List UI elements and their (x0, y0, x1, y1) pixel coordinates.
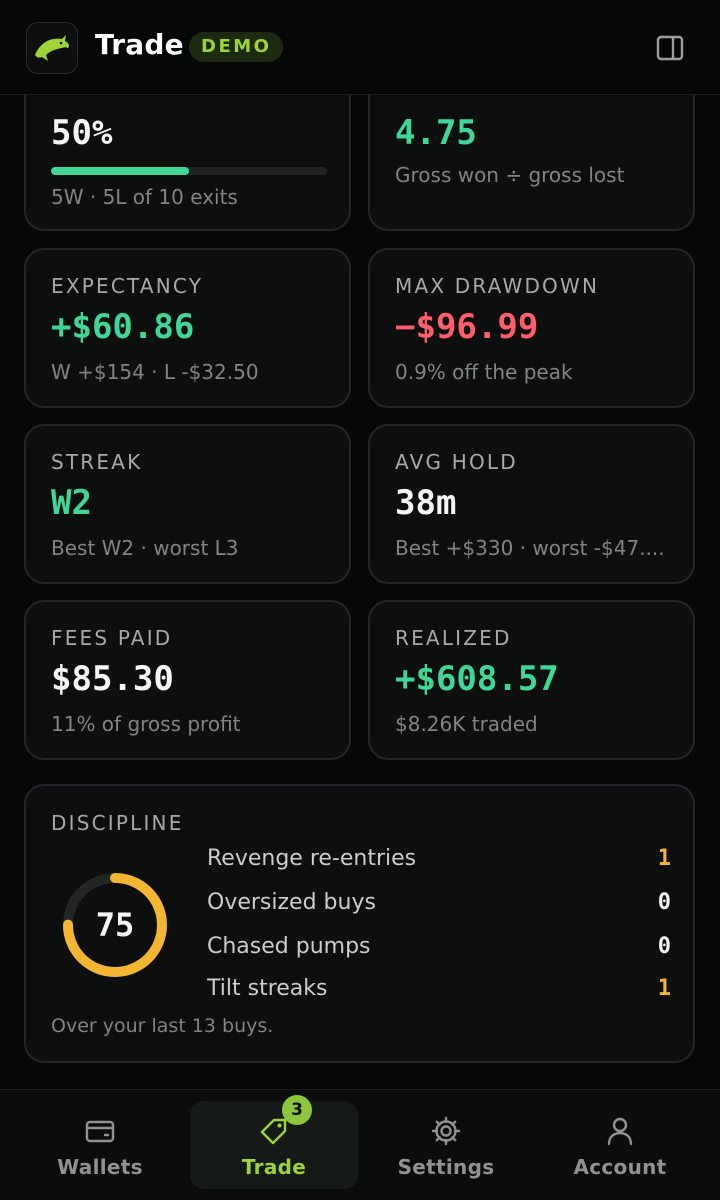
discipline-row: Chased pumps 0 (207, 934, 671, 964)
fees-paid-card: FEES PAID $85.30 11% of gross profit (24, 600, 351, 760)
gear-icon (431, 1116, 461, 1146)
nav-label: Wallets (57, 1155, 143, 1179)
app-logo[interactable] (26, 22, 78, 74)
realized-value: +$608.57 (395, 659, 559, 699)
max-drawdown-sub: 0.9% off the peak (395, 360, 573, 384)
max-drawdown-value: −$96.99 (395, 307, 539, 347)
discipline-row-label: Tilt streaks (207, 976, 328, 1001)
bottom-nav: Wallets 3 Trade Settings Account (0, 1089, 720, 1200)
sidebar-panel-icon (656, 35, 684, 61)
realized-label: REALIZED (395, 626, 512, 650)
nav-item-account[interactable]: Account (536, 1101, 704, 1189)
discipline-row-value: 0 (657, 934, 671, 959)
expectancy-card: EXPECTANCY +$60.86 W +$154 · L -$32.50 (24, 248, 351, 408)
discipline-row-label: Revenge re-entries (207, 846, 417, 871)
discipline-row-label: Chased pumps (207, 934, 371, 959)
fees-paid-label: FEES PAID (51, 626, 173, 650)
app-header: Trade DEMO (0, 0, 720, 95)
wallet-icon (85, 1120, 115, 1143)
discipline-label: DISCIPLINE (51, 811, 184, 835)
streak-value: W2 (51, 483, 92, 523)
streak-label: STREAK (51, 450, 143, 474)
profit-factor-value: 4.75 (395, 113, 477, 153)
win-rate-progress-fill (51, 167, 189, 175)
discipline-row-value: 1 (657, 976, 671, 1001)
profit-factor-sub: Gross won ÷ gross lost (395, 163, 625, 187)
dolphin-icon (35, 35, 69, 61)
nav-item-trade[interactable]: 3 Trade (190, 1095, 358, 1189)
discipline-card: DISCIPLINE 75 Revenge re-entries 1 Overs… (24, 784, 695, 1063)
discipline-row-value: 0 (657, 890, 671, 915)
avg-hold-card: AVG HOLD 38m Best +$330 · worst -$47.... (368, 424, 695, 584)
demo-badge: DEMO (189, 32, 284, 62)
trade-count-badge: 3 (282, 1095, 312, 1125)
sidebar-toggle-button[interactable] (654, 34, 686, 62)
app-title: Trade (95, 28, 184, 61)
discipline-row: Oversized buys 0 (207, 890, 671, 920)
expectancy-sub: W +$154 · L -$32.50 (51, 360, 259, 384)
nav-item-settings[interactable]: Settings (362, 1101, 530, 1189)
expectancy-label: EXPECTANCY (51, 274, 204, 298)
nav-item-wallets[interactable]: Wallets (16, 1101, 184, 1189)
discipline-footer: Over your last 13 buys. (51, 1015, 274, 1037)
win-rate-value: 50% (51, 113, 113, 153)
nav-label: Settings (397, 1155, 495, 1179)
realized-sub: $8.26K traded (395, 712, 538, 736)
user-icon (607, 1117, 633, 1146)
streak-card: STREAK W2 Best W2 · worst L3 (24, 424, 351, 584)
expectancy-value: +$60.86 (51, 307, 195, 347)
discipline-row-value: 1 (657, 846, 671, 871)
avg-hold-label: AVG HOLD (395, 450, 518, 474)
discipline-score: 75 (95, 906, 135, 944)
discipline-row: Revenge re-entries 1 (207, 846, 671, 876)
avg-hold-value: 38m (395, 483, 457, 523)
fees-paid-value: $85.30 (51, 659, 174, 699)
fees-paid-sub: 11% of gross profit (51, 712, 241, 736)
discipline-row-label: Oversized buys (207, 890, 376, 915)
avg-hold-sub: Best +$330 · worst -$47.... (395, 536, 665, 560)
discipline-row: Tilt streaks 1 (207, 976, 671, 1006)
nav-label: Trade (241, 1155, 307, 1179)
win-rate-sub: 5W · 5L of 10 exits (51, 185, 238, 209)
nav-label: Account (573, 1155, 667, 1179)
max-drawdown-card: MAX DRAWDOWN −$96.99 0.9% off the peak (368, 248, 695, 408)
realized-card: REALIZED +$608.57 $8.26K traded (368, 600, 695, 760)
max-drawdown-label: MAX DRAWDOWN (395, 274, 600, 298)
win-rate-progress (51, 167, 327, 175)
streak-sub: Best W2 · worst L3 (51, 536, 239, 560)
